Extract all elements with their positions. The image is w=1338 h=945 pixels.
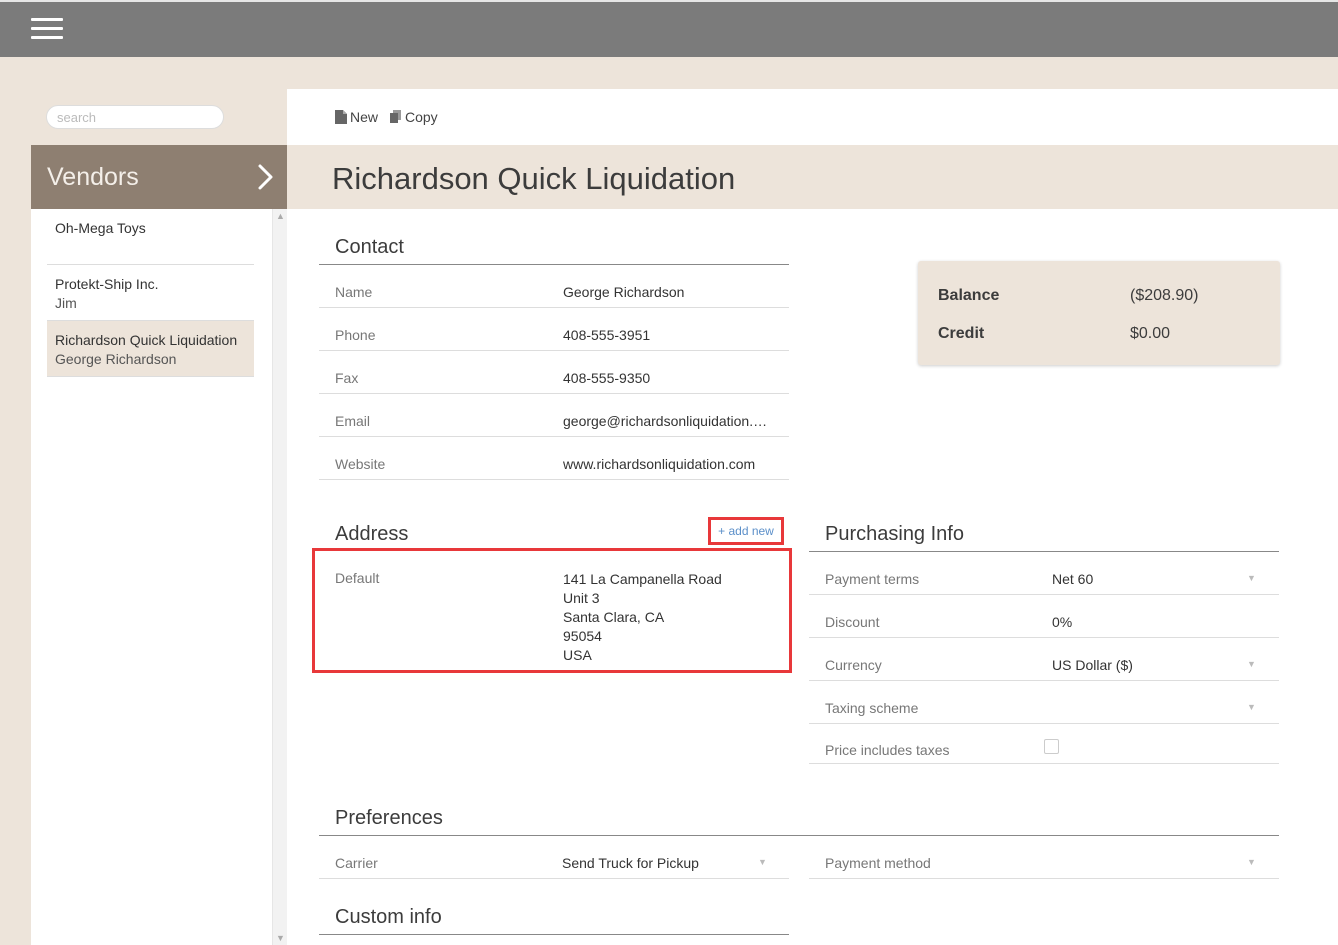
address-line: USA xyxy=(563,647,592,663)
dropdown-arrow-icon[interactable]: ▼ xyxy=(1247,857,1256,867)
field-label: Carrier xyxy=(335,855,378,871)
menu-icon[interactable] xyxy=(31,18,63,40)
vendor-contact: George Richardson xyxy=(55,351,177,367)
field-label: Payment method xyxy=(825,855,931,871)
field-label: Taxing scheme xyxy=(825,700,919,716)
default-address[interactable]: Default 141 La Campanella Road Unit 3 Sa… xyxy=(312,548,792,673)
vendors-header: Vendors xyxy=(31,145,287,209)
field-label: Name xyxy=(335,284,373,300)
phone-field[interactable]: 408-555-3951 xyxy=(563,327,773,343)
vendor-name: Richardson Quick Liquidation xyxy=(55,332,238,348)
field-label: Price includes taxes xyxy=(825,742,950,758)
field-label: Payment terms xyxy=(825,571,920,587)
vendor-name: Oh-Mega Toys xyxy=(55,220,146,236)
search-input[interactable] xyxy=(46,105,224,129)
address-line: Santa Clara, CA xyxy=(563,609,665,625)
field-label: Website xyxy=(335,456,386,472)
payment-method-row[interactable]: Payment method ▼ xyxy=(809,836,1279,879)
preferences-section-title: Preferences xyxy=(335,807,443,829)
chevron-right-icon[interactable] xyxy=(255,163,275,191)
price-includes-taxes-row: Price includes taxes xyxy=(809,724,1279,764)
address-line: Unit 3 xyxy=(563,590,600,606)
taxing-scheme-row[interactable]: Taxing scheme ▼ xyxy=(809,681,1279,724)
dropdown-arrow-icon[interactable]: ▼ xyxy=(1247,573,1256,583)
address-label: Default xyxy=(335,570,380,586)
vendor-list: Oh-Mega Toys Protekt-Ship Inc. Jim Richa… xyxy=(31,209,287,945)
dropdown-arrow-icon[interactable]: ▼ xyxy=(1247,659,1256,669)
contact-section-title: Contact xyxy=(335,236,404,258)
fax-field[interactable]: 408-555-9350 xyxy=(563,370,773,386)
discount-field[interactable]: 0% xyxy=(1052,614,1242,630)
address-section-title: Address xyxy=(335,523,409,545)
address-line: 95054 xyxy=(563,628,602,644)
balance-value: ($208.90) xyxy=(1130,287,1199,304)
contact-phone-row: Phone 408-555-3951 xyxy=(319,308,789,351)
scroll-down-icon[interactable]: ▼ xyxy=(276,933,285,943)
new-button-label: New xyxy=(350,109,379,125)
price-includes-taxes-checkbox[interactable] xyxy=(1044,739,1059,754)
field-label: Phone xyxy=(335,327,376,343)
custom-info-section-title: Custom info xyxy=(335,906,442,928)
copy-icon xyxy=(390,110,401,123)
field-label: Email xyxy=(335,413,371,429)
top-bar xyxy=(0,0,1338,57)
divider xyxy=(319,934,789,935)
field-label: Currency xyxy=(825,657,882,673)
dropdown-arrow-icon[interactable]: ▼ xyxy=(1247,702,1256,712)
contact-website-row: Website www.richardsonliquidation.com xyxy=(319,437,789,480)
document-icon xyxy=(335,110,347,124)
add-new-address-button[interactable]: + add new xyxy=(708,517,784,545)
field-label: Fax xyxy=(335,370,359,386)
address-line: 141 La Campanella Road xyxy=(563,571,722,587)
purchasing-section-title: Purchasing Info xyxy=(825,523,964,545)
balance-label: Balance xyxy=(938,287,1000,304)
copy-button[interactable]: Copy xyxy=(390,109,438,125)
vendors-title: Vendors xyxy=(47,163,139,191)
contact-name-row: Name George Richardson xyxy=(319,265,789,308)
new-button[interactable]: New xyxy=(335,109,378,125)
balance-card: Balance ($208.90) Credit $0.00 xyxy=(918,261,1280,365)
payment-terms-row[interactable]: Payment terms Net 60 ▼ xyxy=(809,552,1279,595)
contact-name-field[interactable]: George Richardson xyxy=(563,284,773,300)
contact-email-row: Email george@richardsonliquidation.com xyxy=(319,394,789,437)
vendor-name: Protekt-Ship Inc. xyxy=(55,276,159,292)
currency-row[interactable]: Currency US Dollar ($) ▼ xyxy=(809,638,1279,681)
discount-row: Discount 0% xyxy=(809,595,1279,638)
field-label: Discount xyxy=(825,614,880,630)
credit-value: $0.00 xyxy=(1130,325,1171,342)
title-band: Richardson Quick Liquidation xyxy=(287,145,1338,209)
payment-terms-select[interactable]: Net 60 xyxy=(1052,571,1242,587)
currency-select[interactable]: US Dollar ($) xyxy=(1052,657,1242,673)
contact-fax-row: Fax 408-555-9350 xyxy=(319,351,789,394)
address-lines: 141 La Campanella Road Unit 3 Santa Clar… xyxy=(563,570,722,665)
credit-label: Credit xyxy=(938,325,985,342)
page-title: Richardson Quick Liquidation xyxy=(332,161,736,196)
vendor-item[interactable]: Oh-Mega Toys xyxy=(47,209,254,265)
vendor-item-selected[interactable]: Richardson Quick Liquidation George Rich… xyxy=(47,320,254,377)
website-field[interactable]: www.richardsonliquidation.com xyxy=(563,456,773,472)
dropdown-arrow-icon[interactable]: ▼ xyxy=(758,857,767,867)
vendor-detail-panel: New Copy Richardson Quick Liquidation Co… xyxy=(287,89,1338,945)
carrier-row[interactable]: Carrier Send Truck for Pickup ▼ xyxy=(319,836,789,879)
copy-button-label: Copy xyxy=(405,109,438,125)
email-field[interactable]: george@richardsonliquidation.com xyxy=(563,413,773,429)
vendor-contact: Jim xyxy=(55,295,77,311)
vendor-list-scrollbar[interactable]: ▲ ▼ xyxy=(272,209,287,945)
carrier-select[interactable]: Send Truck for Pickup xyxy=(562,855,752,871)
scroll-up-icon[interactable]: ▲ xyxy=(276,211,285,221)
vendor-item[interactable]: Protekt-Ship Inc. Jim xyxy=(47,265,254,321)
